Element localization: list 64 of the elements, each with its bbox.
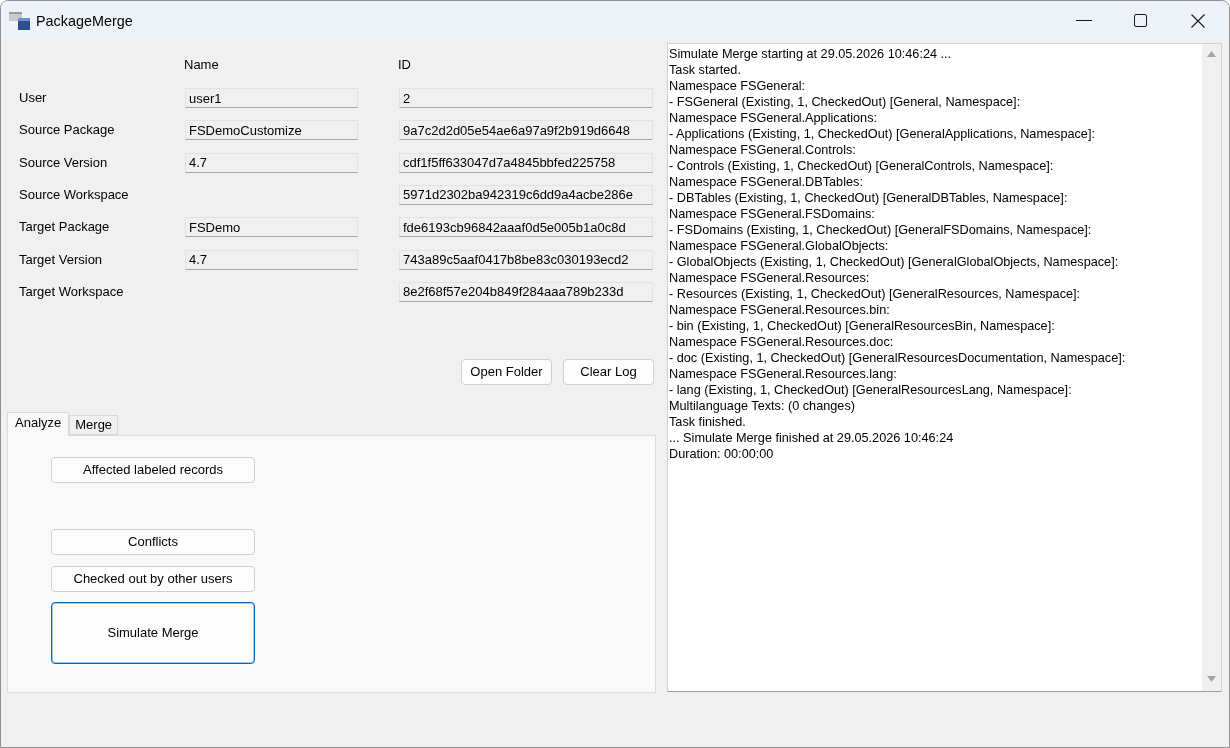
log-line: Duration: 00:00:00 (669, 446, 774, 462)
simulate-merge-button[interactable]: Simulate Merge (51, 601, 255, 664)
log-line: Namespace FSGeneral.Resources.doc: (669, 334, 894, 350)
name-field[interactable]: user1 (185, 88, 358, 108)
conflicts-button[interactable]: Conflicts (51, 528, 255, 555)
log-line: - Applications (Existing, 1, CheckedOut) [GeneralApplications, Namespace]: (669, 126, 1095, 142)
log-line: Namespace FSGeneral.Resources.lang: (669, 366, 897, 382)
close-icon (1190, 13, 1205, 28)
scrollbar[interactable] (1202, 44, 1221, 691)
column-header: ID (398, 57, 411, 73)
app-icon (9, 11, 30, 30)
log-line: Multilanguage Texts: (0 changes) (669, 398, 855, 414)
affected-records-button[interactable]: Affected labeled records (51, 456, 255, 483)
log-line: Simulate Merge starting at 29.05.2026 10:46:24 ... (669, 46, 952, 62)
log-line: Namespace FSGeneral: (669, 78, 806, 94)
log-line: - Controls (Existing, 1, CheckedOut) [GeneralControls, Namespace]: (669, 158, 1054, 174)
field-label: Target Version (19, 251, 103, 268)
log-line: - FSDomains (Existing, 1, CheckedOut) [GeneralFSDomains, Namespace]: (669, 222, 1092, 238)
name-field[interactable]: 4.7 (185, 152, 358, 173)
id-field[interactable]: cdf1f5ff633047d7a4845bbfed225758 (399, 152, 653, 173)
log-line: - DBTables (Existing, 1, CheckedOut) [GeneralDBTables, Namespace]: (669, 190, 1068, 206)
log-line: - bin (Existing, 1, CheckedOut) [GeneralResourcesBin, Namespace]: (669, 318, 1055, 334)
minimize-icon (1075, 20, 1092, 21)
tab[interactable]: Analyze (7, 411, 70, 436)
id-field[interactable]: 5971d2302ba942319c6dd9a4acbe286e (399, 185, 653, 205)
log-line: Namespace FSGeneral.Applications: (669, 110, 878, 126)
field-label: Source Version (19, 154, 108, 171)
scroll-up-icon[interactable] (1207, 51, 1216, 57)
window-title: PackageMerge (36, 12, 133, 29)
field-label: User (19, 90, 47, 106)
id-field[interactable]: 2 (399, 88, 653, 108)
log-line: Task finished. (669, 414, 746, 430)
log-line: - lang (Existing, 1, CheckedOut) [GeneralResourcesLang, Namespace]: (669, 382, 1072, 398)
name-field[interactable]: 4.7 (185, 249, 358, 270)
tab[interactable]: Merge (69, 414, 119, 435)
id-field[interactable]: 743a89c5aaf0417b8be83c030193ecd2 (399, 249, 653, 270)
log-line: - doc (Existing, 1, CheckedOut) [GeneralResourcesDocumentation, Namespace]: (669, 350, 1126, 366)
scroll-down-icon[interactable] (1207, 676, 1216, 682)
log-line: Namespace FSGeneral.FSDomains: (669, 206, 875, 222)
log-line: Task started. (669, 62, 741, 78)
open-folder-button[interactable]: Open Folder (461, 358, 552, 385)
log-line: Namespace FSGeneral.DBTables: (669, 174, 863, 190)
log-line: ... Simulate Merge finished at 29.05.2026 10:46:24 (669, 430, 954, 446)
field-label: Source Package (19, 122, 115, 139)
name-field[interactable]: FSDemoCustomize (185, 120, 358, 141)
name-field[interactable]: FSDemo (185, 217, 358, 238)
id-field[interactable]: 9a7c2d2d05e54ae6a97a9f2b919d6648 (399, 120, 653, 141)
log-line: Namespace FSGeneral.Resources.bin: (669, 302, 890, 318)
id-field[interactable]: fde6193cb96842aaaf0d5e005b1a0c8d (399, 217, 653, 238)
clear-log-button[interactable]: Clear Log (563, 358, 654, 385)
log-line: - FSGeneral (Existing, 1, CheckedOut) [General, Namespace]: (669, 94, 1021, 110)
field-label: Source Workspace (19, 187, 129, 203)
column-header: Name (184, 57, 219, 73)
log-line: - GlobalObjects (Existing, 1, CheckedOut) [GeneralGlobalObjects, Namespace]: (669, 254, 1119, 270)
log-line: Namespace FSGeneral.GlobalObjects: (669, 238, 889, 254)
checked-out-button[interactable]: Checked out by other users (51, 565, 255, 592)
field-label: Target Package (19, 219, 110, 236)
maximize-icon (1134, 14, 1147, 27)
log-line: Namespace FSGeneral.Resources: (669, 270, 870, 286)
log-textbox[interactable] (667, 43, 1222, 692)
log-line: Namespace FSGeneral.Controls: (669, 142, 856, 158)
log-line: - Resources (Existing, 1, CheckedOut) [GeneralResources, Namespace]: (669, 286, 1081, 302)
id-field[interactable]: 8e2f68f57e204b849f284aaa789b233d (399, 281, 653, 302)
field-label: Target Workspace (19, 283, 124, 300)
